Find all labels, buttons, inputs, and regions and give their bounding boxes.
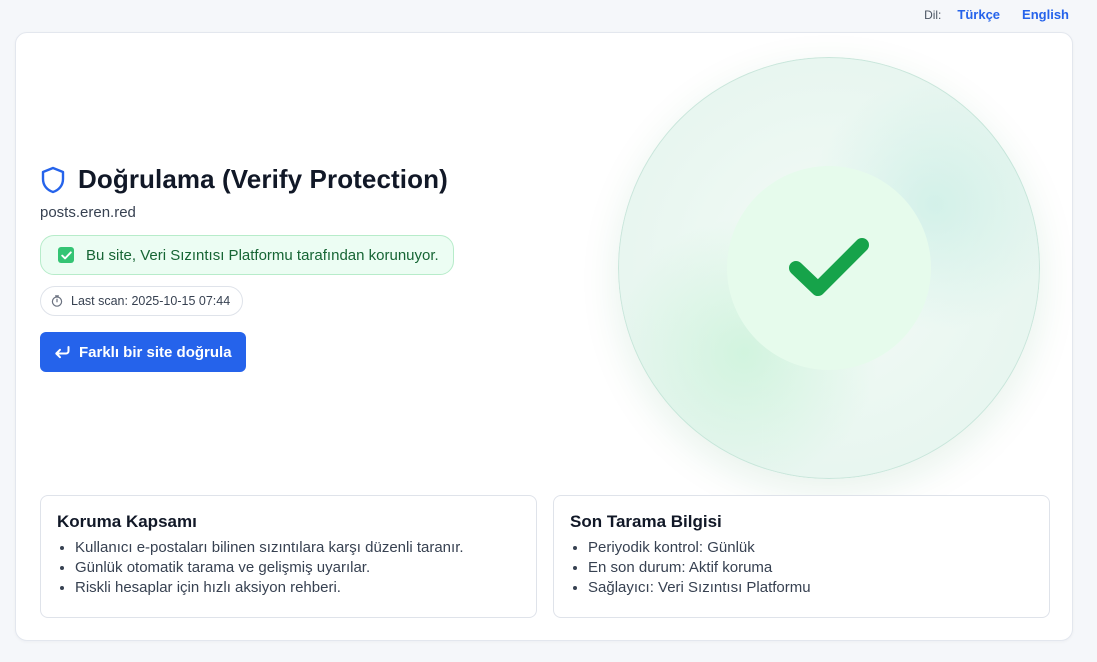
list-item: Kullanıcı e-postaları bilinen sızıntılar…: [75, 538, 520, 558]
title-row: Doğrulama (Verify Protection): [40, 164, 448, 195]
list-item: En son durum: Aktif koruma: [588, 558, 1033, 578]
language-option-turkish[interactable]: Türkçe: [957, 7, 1000, 22]
site-domain: posts.eren.red: [40, 204, 136, 221]
shield-icon: [40, 166, 66, 194]
check-box-icon: [58, 247, 74, 263]
status-message: Bu site, Veri Sızıntısı Platformu tarafı…: [86, 246, 439, 264]
coverage-heading: Koruma Kapsamı: [57, 512, 197, 531]
last-scan-info-heading: Son Tarama Bilgisi: [570, 512, 722, 531]
language-option-english[interactable]: English: [1022, 7, 1069, 22]
last-scan-info-panel: Son Tarama Bilgisi Periyodik kontrol: Gü…: [553, 495, 1050, 618]
check-icon: [789, 238, 869, 296]
last-scan-info-list: Periyodik kontrol: Günlük En son durum: …: [570, 538, 1033, 598]
orb-inner-circle: [727, 166, 931, 370]
protection-status-orb: [618, 57, 1040, 479]
coverage-panel: Koruma Kapsamı Kullanıcı e-postaları bil…: [40, 495, 537, 618]
language-switcher: Dil: Türkçe English: [924, 7, 1069, 22]
verify-another-site-label: Farklı bir site doğrula: [79, 343, 232, 361]
return-icon: [54, 344, 70, 360]
last-scan-badge: Last scan: 2025-10-15 07:44: [40, 286, 244, 316]
list-item: Periyodik kontrol: Günlük: [588, 538, 1033, 558]
list-item: Sağlayıcı: Veri Sızıntısı Platformu: [588, 578, 1033, 598]
last-scan-text: Last scan: 2025-10-15 07:44: [71, 294, 231, 308]
clock-icon: [51, 295, 63, 307]
list-item: Günlük otomatik tarama ve gelişmiş uyarı…: [75, 558, 520, 578]
language-label: Dil:: [924, 7, 942, 22]
coverage-list: Kullanıcı e-postaları bilinen sızıntılar…: [57, 538, 520, 598]
protection-status-banner: Bu site, Veri Sızıntısı Platformu tarafı…: [40, 235, 454, 275]
verify-another-site-button[interactable]: Farklı bir site doğrula: [40, 332, 246, 372]
list-item: Riskli hesaplar için hızlı aksiyon rehbe…: [75, 578, 520, 598]
page-title: Doğrulama (Verify Protection): [78, 164, 448, 194]
verification-card: Doğrulama (Verify Protection) posts.eren…: [15, 32, 1073, 641]
